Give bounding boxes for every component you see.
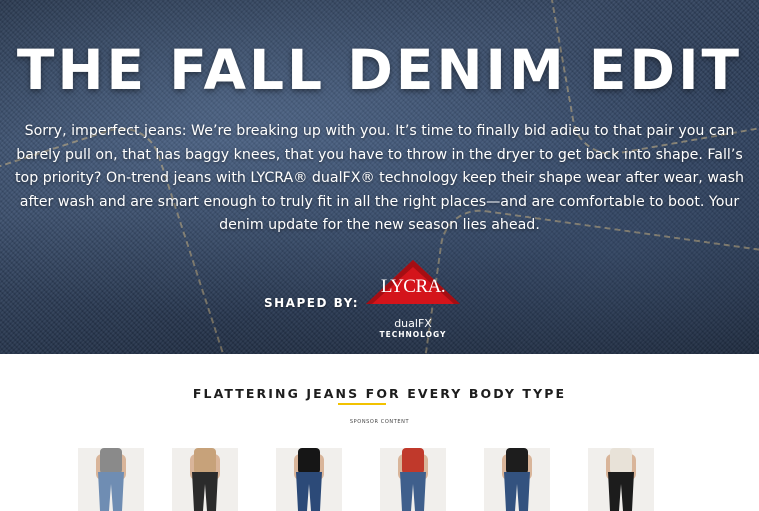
sponsor-content-label: SPONSOR CONTENT bbox=[349, 419, 410, 425]
product-thumbnail[interactable] bbox=[78, 448, 144, 511]
model-image bbox=[606, 448, 636, 511]
technology-label: TECHNOLOGY bbox=[379, 330, 447, 339]
model-image bbox=[502, 448, 532, 511]
dualfx-technology-label: dualFX TECHNOLOGY bbox=[364, 318, 462, 340]
product-thumbnail[interactable] bbox=[380, 448, 446, 511]
model-image bbox=[398, 448, 428, 511]
product-thumbnail[interactable] bbox=[588, 448, 654, 511]
section-title: FLATTERING JEANS FOR EVERY BODY TYPE bbox=[192, 386, 567, 401]
model-image bbox=[190, 448, 220, 511]
hero-title: THE FALL DENIM EDIT bbox=[16, 38, 743, 102]
dualfx-label: dualFX bbox=[394, 317, 432, 330]
hero-body-text: Sorry, imperfect jeans: We’re breaking u… bbox=[14, 123, 745, 233]
model-image bbox=[96, 448, 126, 511]
model-image bbox=[294, 448, 324, 511]
hero-banner: THE FALL DENIM EDIT Sorry, imperfect jea… bbox=[0, 0, 759, 354]
lycra-brand-text: LYCRA. bbox=[380, 276, 446, 297]
product-thumbnail[interactable] bbox=[172, 448, 238, 511]
title-underline bbox=[338, 403, 386, 405]
shaped-by-label: SHAPED BY: bbox=[264, 296, 360, 310]
product-thumbnail[interactable] bbox=[484, 448, 550, 511]
product-thumbnail[interactable] bbox=[276, 448, 342, 511]
